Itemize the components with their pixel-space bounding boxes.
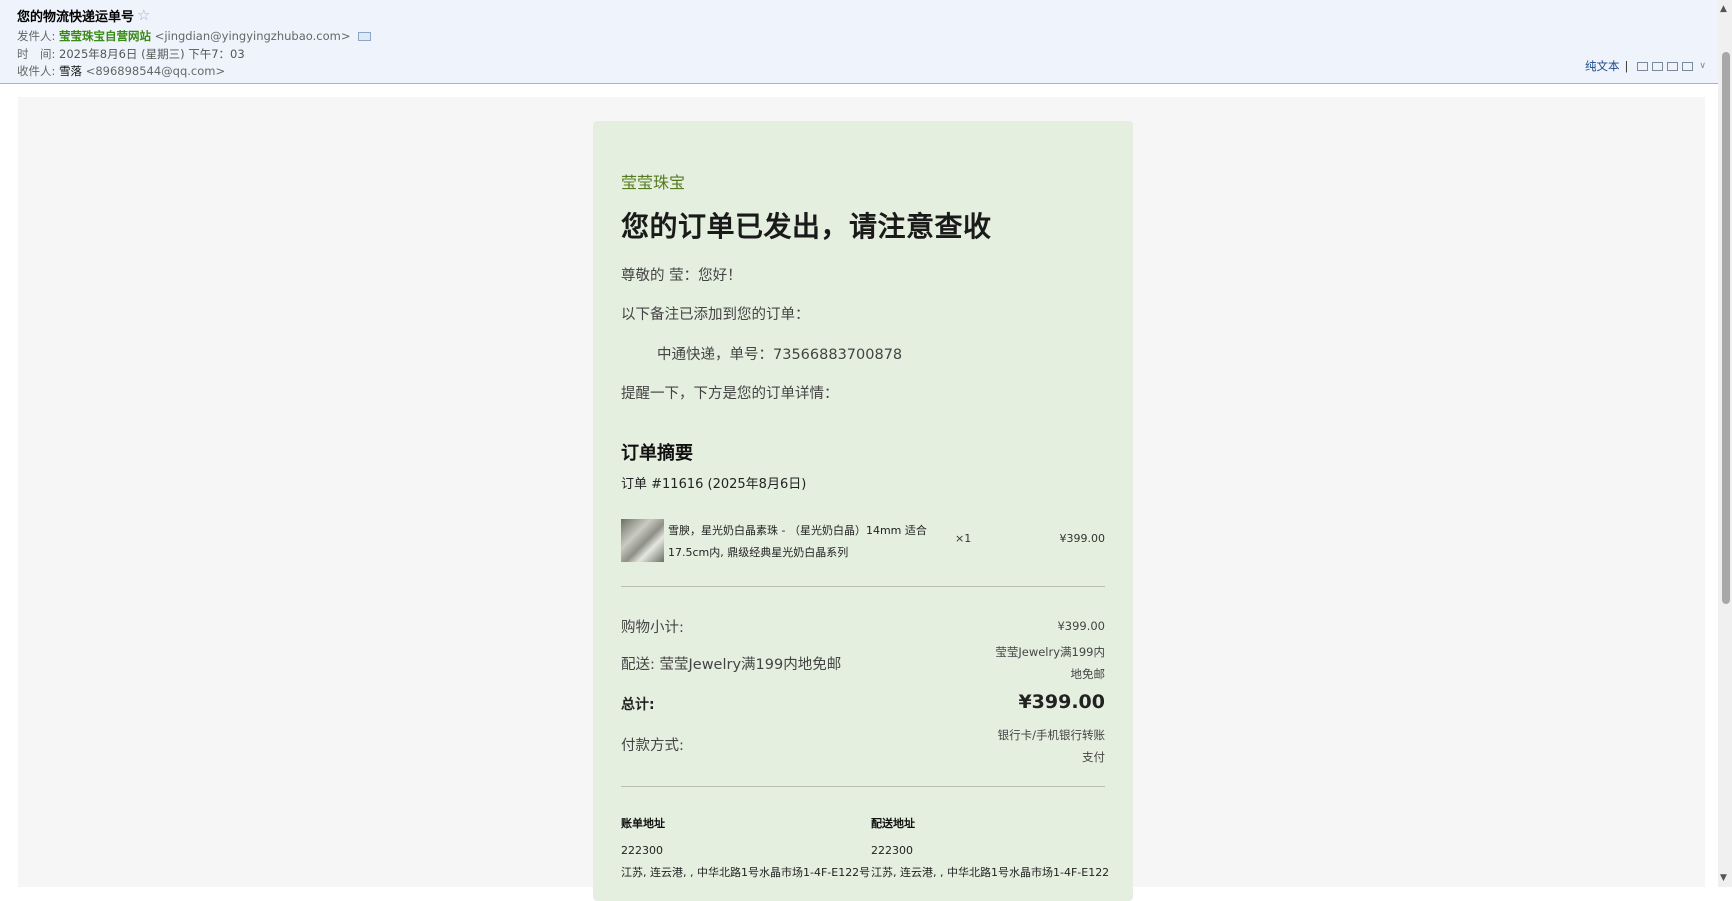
time-row: 时 间: 2025年8月6日 (星期三) 下午7：03 <box>17 46 245 62</box>
mail-header: 您的物流快递运单号 ☆ 发件人: 莹莹珠宝自营网站 <jingdian@ying… <box>0 0 1732 84</box>
scroll-thumb[interactable] <box>1722 52 1730 604</box>
email-subject: 您的物流快递运单号 <box>17 10 135 25</box>
toolbar-separator: | <box>1624 59 1629 73</box>
bookmark-icon[interactable] <box>1667 61 1679 71</box>
scroll-up-icon[interactable]: ▲ <box>1720 4 1727 14</box>
product-price: ¥399.00 <box>1059 532 1106 545</box>
total-value: ¥399.00 <box>1018 691 1105 713</box>
shipping-label: 配送: 莹莹Jewelry满199内地免邮 <box>621 657 842 673</box>
billing-title: 账单地址 <box>621 817 665 830</box>
total-label: 总计: <box>621 697 655 713</box>
from-row: 发件人: 莹莹珠宝自营网站 <jingdian@yingyingzhubao.c… <box>17 28 372 44</box>
chevron-down-icon[interactable]: ∨ <box>1699 61 1706 71</box>
mail-body: 莹莹珠宝 您的订单已发出，请注意查收 尊敬的 莹：您好！ 以下备注已添加到您的订… <box>18 97 1705 901</box>
star-icon[interactable]: ☆ <box>137 8 150 23</box>
payment-value: 银行卡/手机银行转账支付 <box>997 728 1105 764</box>
billing-address: 江苏, 连云港, , 中华北路1号水晶市场1-4F-E122号 <box>621 866 871 879</box>
scroll-down-icon[interactable]: ▼ <box>1720 873 1727 883</box>
product-thumbnail[interactable] <box>621 519 664 562</box>
subtotal-value: ¥399.00 <box>1057 619 1105 633</box>
order-number: 订单 #11616 (2025年8月6日) <box>621 477 807 492</box>
tracking-number: 中通快递，单号：73566883700878 <box>657 347 903 363</box>
recipient-address: <896898544@qq.com> <box>85 64 226 78</box>
shipping-title: 配送地址 <box>871 817 915 830</box>
summary-title: 订单摘要 <box>621 443 693 464</box>
billing-zip: 222300 <box>621 844 663 857</box>
payment-label: 付款方式: <box>621 738 684 754</box>
greeting: 尊敬的 莹：您好！ <box>621 268 742 284</box>
product-qty: ×1 <box>955 532 972 545</box>
new-window-icon[interactable] <box>1637 61 1649 71</box>
email-headline: 您的订单已发出，请注意查收 <box>621 210 992 243</box>
time-label: 时 间: <box>17 47 56 61</box>
shipping-value: 莹莹Jewelry满199内地免邮 <box>995 645 1105 681</box>
contact-card-icon[interactable] <box>358 32 372 41</box>
plain-text-link[interactable]: 纯文本 <box>1585 58 1620 74</box>
subtotal-label: 购物小计: <box>621 620 684 636</box>
time-value: 2025年8月6日 (星期三) 下午7：03 <box>59 47 245 61</box>
print-icon[interactable] <box>1682 61 1694 71</box>
shipping-address: 江苏, 连云港, , 中华北路1号水晶市场1-4F-E122 <box>871 866 1110 879</box>
scrollbar[interactable]: ▲ ▼ <box>1718 0 1732 887</box>
fullscreen-icon[interactable] <box>1652 61 1664 71</box>
note-intro: 以下备注已添加到您的订单： <box>621 307 810 323</box>
sender-address: <jingdian@yingyingzhubao.com> <box>154 29 351 43</box>
product-name: 雪腴，星光奶白晶素珠 - （星光奶白晶）14mm 适合17.5cm内, 鼎级经典… <box>668 524 927 559</box>
to-label: 收件人: <box>17 64 56 78</box>
from-label: 发件人: <box>17 29 56 43</box>
sender-name[interactable]: 莹莹珠宝自营网站 <box>59 29 151 43</box>
mail-toolbar: 纯文本 | ∨ <box>1585 58 1706 74</box>
shipping-zip: 222300 <box>871 844 913 857</box>
reminder-text: 提醒一下，下方是您的订单详情： <box>621 386 839 402</box>
subject-line: 您的物流快递运单号 ☆ <box>17 6 150 26</box>
recipient-name[interactable]: 雪落 <box>59 64 82 78</box>
divider <box>621 586 1105 587</box>
brand-name: 莹莹珠宝 <box>621 173 686 192</box>
order-email-card: 莹莹珠宝 您的订单已发出，请注意查收 尊敬的 莹：您好！ 以下备注已添加到您的订… <box>593 121 1133 901</box>
divider <box>621 786 1105 787</box>
to-row: 收件人: 雪落 <896898544@qq.com> <box>17 63 225 79</box>
